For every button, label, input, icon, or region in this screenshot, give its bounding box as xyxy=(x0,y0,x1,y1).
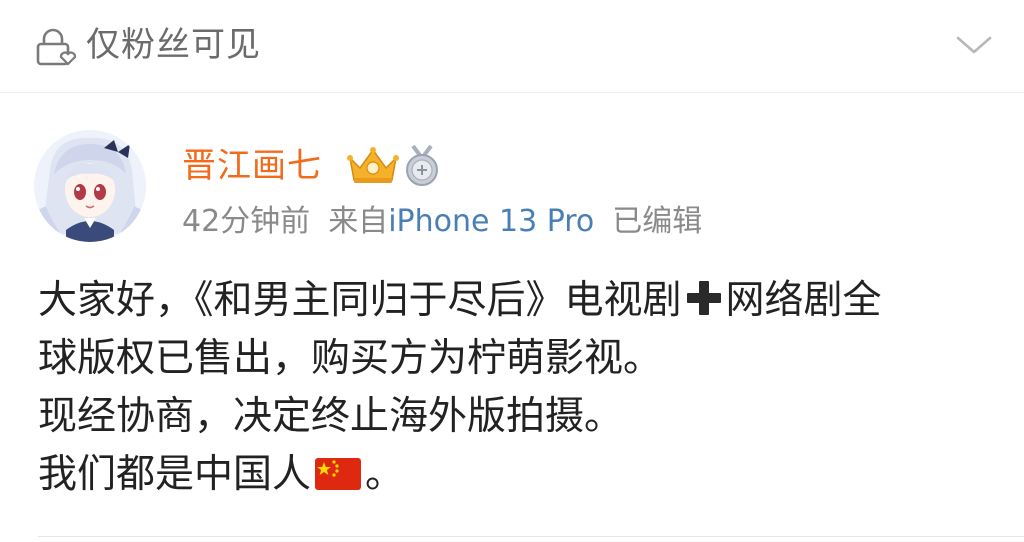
author-name[interactable]: 晋江画七 xyxy=(182,142,322,190)
post-line-3: 现经协商，决定终止海外版拍摄。 xyxy=(38,394,624,439)
post-content: 大家好，《和男主同归于尽后》电视剧 网络剧全 球版权已售出，购买方为柠萌影视。 现… xyxy=(38,272,998,504)
post-line-4: 我们都是中国人 。 xyxy=(38,446,998,504)
post-text: 网络剧全 xyxy=(725,278,882,323)
medal-badge-icon[interactable] xyxy=(402,144,442,188)
post-line-1: 大家好，《和男主同归于尽后》电视剧 网络剧全 xyxy=(38,272,998,330)
crown-badge-icon[interactable] xyxy=(346,146,400,186)
post-meta: 42分钟前 来自iPhone 13 Pro 已编辑 xyxy=(182,200,702,244)
visibility-bar[interactable]: 仅粉丝可见 xyxy=(0,0,1024,93)
chevron-down-icon[interactable] xyxy=(954,30,994,60)
post-text: 我们都是中国人 xyxy=(38,452,312,497)
divider xyxy=(38,536,1024,537)
edited-label[interactable]: 已编辑 xyxy=(612,200,702,244)
avatar[interactable] xyxy=(34,130,146,242)
post-text: 。 xyxy=(365,452,405,497)
lock-icon xyxy=(36,28,76,66)
visibility-label: 仅粉丝可见 xyxy=(86,25,261,65)
source-prefix: 来自 xyxy=(328,204,389,239)
heavy-plus-icon xyxy=(686,281,721,315)
post-time: 42分钟前 xyxy=(182,204,311,239)
source-device-link[interactable]: iPhone 13 Pro xyxy=(388,200,594,244)
china-flag-icon xyxy=(315,458,362,490)
post-text: 大家好，《和男主同归于尽后》电视剧 xyxy=(38,278,682,323)
post-line-2: 球版权已售出，购买方为柠萌影视。 xyxy=(38,336,663,381)
anime-avatar-icon xyxy=(34,130,146,242)
